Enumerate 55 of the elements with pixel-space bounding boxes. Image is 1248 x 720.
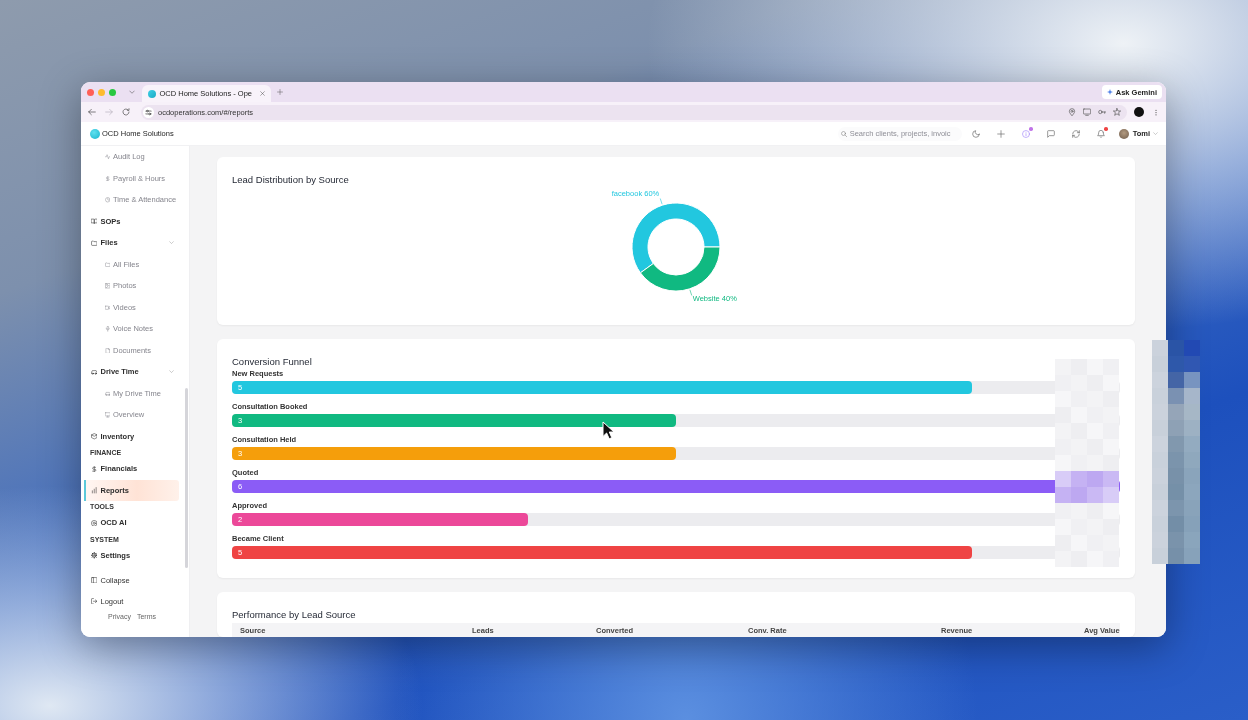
close-window-icon[interactable] (86, 88, 94, 96)
favicon-icon (147, 89, 156, 98)
box-icon (90, 433, 97, 440)
card-title: Performance by Lead Source (232, 609, 356, 621)
info-icon[interactable] (1021, 129, 1030, 138)
bell-icon[interactable] (1096, 129, 1105, 138)
car-icon (104, 390, 110, 396)
card-title: Lead Distribution by Source (232, 174, 349, 186)
sliders-icon[interactable] (143, 106, 154, 118)
sparkle-icon (1106, 89, 1113, 95)
monitor-icon (104, 412, 110, 418)
folder-icon (104, 261, 110, 267)
moon-icon[interactable] (971, 129, 980, 138)
chevron-down-icon[interactable] (1153, 131, 1158, 136)
dollar-icon (90, 465, 97, 472)
key-icon[interactable] (1098, 108, 1106, 116)
profile-avatar-icon[interactable] (1134, 107, 1144, 117)
target-icon (90, 519, 97, 526)
pulse-line-icon (104, 154, 110, 160)
reload-icon[interactable] (122, 108, 130, 116)
dollar-icon (104, 175, 110, 181)
microphone-icon (104, 326, 110, 332)
sidebar-panel-icon (90, 576, 97, 584)
book-icon (90, 218, 97, 225)
bar-chart-icon (90, 487, 97, 494)
star-icon[interactable] (1113, 108, 1121, 116)
close-icon[interactable] (260, 91, 266, 96)
gear-icon (90, 552, 97, 559)
chevron-down-icon[interactable] (128, 89, 135, 95)
video-camera-icon (104, 304, 110, 310)
leader-line (689, 289, 693, 296)
minimize-window-icon[interactable] (97, 88, 105, 96)
document-icon (104, 347, 110, 353)
logout-icon (90, 597, 97, 605)
mouse-cursor-icon (602, 421, 615, 440)
refresh-icon[interactable] (1071, 129, 1080, 138)
plus-icon[interactable] (996, 129, 1005, 138)
maximize-window-icon[interactable] (108, 88, 116, 96)
chevron-down-icon[interactable] (169, 240, 174, 246)
chat-bubble-icon[interactable] (1046, 129, 1055, 138)
folder-icon (90, 239, 97, 246)
logo-icon (90, 128, 100, 139)
avatar-icon[interactable] (1118, 128, 1129, 139)
search-icon (840, 130, 847, 137)
back-arrow-icon[interactable] (88, 108, 96, 116)
card-title: Conversion Funnel (232, 356, 312, 368)
chevron-down-icon[interactable] (169, 369, 174, 375)
leader-line (659, 198, 663, 205)
screen-icon[interactable] (1083, 108, 1091, 116)
image-icon (104, 283, 110, 289)
location-pin-icon[interactable] (1068, 108, 1076, 116)
plus-icon[interactable] (277, 89, 284, 95)
car-icon (90, 368, 97, 375)
clock-icon (104, 197, 110, 203)
more-vertical-icon[interactable] (1153, 108, 1159, 116)
